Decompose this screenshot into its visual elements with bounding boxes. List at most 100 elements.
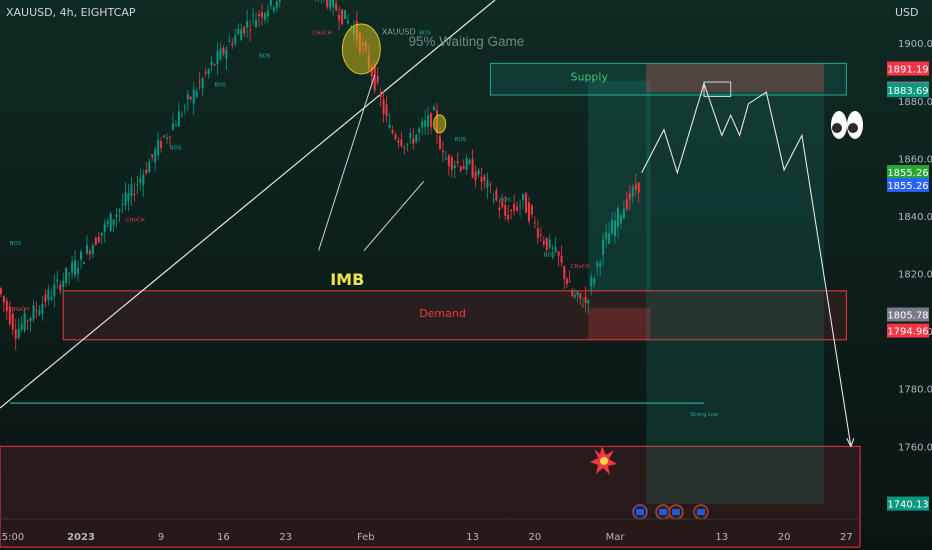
position-box-profit: [588, 80, 651, 291]
strong-low-label: Strong Low: [690, 412, 718, 418]
imb-label: IMB: [330, 270, 364, 289]
pupil-1: [832, 123, 842, 133]
annotation-label: BOS: [10, 241, 22, 247]
candle-body: [240, 29, 243, 41]
candle-body: [260, 12, 263, 18]
candle-body: [533, 222, 536, 224]
short-stop-zone: [646, 63, 825, 93]
candle-body: [581, 305, 584, 307]
candle-body: [427, 115, 430, 127]
candle-body: [379, 93, 382, 98]
candle-body: [174, 124, 177, 127]
candle-body: [415, 134, 418, 142]
candle-body: [326, 0, 329, 8]
event-flag-3: [672, 509, 680, 515]
candle-body: [204, 71, 207, 74]
candle-body: [400, 139, 403, 147]
candle-body: [246, 21, 249, 28]
candle-body: [459, 166, 462, 171]
eyes-icon: [831, 111, 863, 139]
imbalance-circle-1: [341, 23, 381, 75]
y-tick-label: 1860.00: [898, 154, 932, 165]
candle-body: [385, 104, 388, 116]
candle-body: [228, 41, 231, 43]
candle-body: [507, 214, 510, 220]
candle-body: [628, 193, 631, 200]
candle-body: [347, 20, 349, 24]
candle-body: [605, 232, 608, 239]
annotation-label: BOS: [544, 252, 556, 258]
candle-body: [216, 51, 219, 65]
trendline: [0, 0, 496, 409]
candle-body: [433, 106, 436, 111]
candle-body: [608, 233, 611, 244]
candle-body: [522, 194, 525, 200]
candle-body: [82, 262, 85, 264]
candle-body: [468, 160, 471, 164]
candle-body: [213, 64, 216, 66]
candle-body: [596, 262, 599, 267]
candle-body: [388, 124, 391, 128]
candle-body: [234, 35, 237, 44]
candle-body: [465, 158, 468, 170]
annotation-label: BOS: [455, 137, 467, 143]
y-tick-label: 1780.00: [898, 385, 932, 396]
candle-body: [560, 256, 563, 263]
candle-body: [195, 91, 198, 97]
price-chart[interactable]: Strong LowXAUUSD95% Waiting GameIMBSuppl…: [0, 0, 932, 550]
candle-body: [616, 207, 619, 228]
candle-body: [59, 284, 62, 291]
candle-body: [71, 262, 74, 273]
price-tag-label: 1855.26: [887, 168, 928, 179]
x-tick-label: 9: [158, 532, 164, 543]
candle-body: [394, 134, 397, 139]
candle-body: [219, 48, 222, 60]
candle-body: [579, 293, 582, 299]
candle-body: [47, 289, 50, 301]
candle-body: [332, 0, 335, 8]
candle-body: [166, 137, 169, 139]
candle-body: [94, 237, 97, 246]
candle-body: [171, 123, 174, 130]
price-tag-label: 1740.13: [887, 500, 928, 511]
candle-body: [258, 14, 260, 16]
candle-body: [602, 239, 605, 255]
candle-body: [584, 297, 587, 303]
candle-body: [20, 323, 23, 330]
candle-body: [80, 251, 82, 260]
price-tag-label: 1883.69: [887, 86, 928, 97]
candle-body: [121, 204, 124, 206]
candle-body: [5, 300, 8, 312]
candle-body: [421, 121, 424, 128]
candle-body: [210, 62, 213, 66]
candle-body: [163, 135, 166, 137]
candle-body: [17, 328, 20, 338]
imb-arrow-2: [363, 181, 425, 251]
candle-body: [207, 69, 210, 75]
imb-arrow-1: [318, 74, 376, 251]
candle-body: [198, 81, 201, 83]
price-tag-label: 1794.96: [887, 327, 928, 338]
candle-body: [2, 296, 5, 303]
x-tick-label: 27: [840, 532, 853, 543]
candle-body: [183, 106, 186, 108]
candle-body: [450, 157, 453, 170]
candle-body: [133, 193, 136, 196]
candle-body: [441, 150, 444, 153]
imbalance-circle-2: [433, 114, 447, 134]
candle-body: [100, 232, 103, 236]
y-tick-label: 1760.00: [898, 442, 932, 453]
candle-body: [106, 221, 109, 224]
candle-body: [130, 184, 133, 196]
candle-body: [38, 310, 41, 316]
x-tick-label: 23: [279, 532, 292, 543]
candle-body: [551, 247, 554, 249]
candle-body: [444, 158, 447, 160]
candle-body: [542, 240, 545, 245]
candle-body: [148, 161, 151, 173]
x-tick-label: 20: [529, 532, 542, 543]
candle-body: [41, 303, 44, 314]
candle-body: [471, 158, 474, 178]
annotation-label: BOS: [259, 54, 271, 60]
candle-body: [622, 208, 625, 219]
